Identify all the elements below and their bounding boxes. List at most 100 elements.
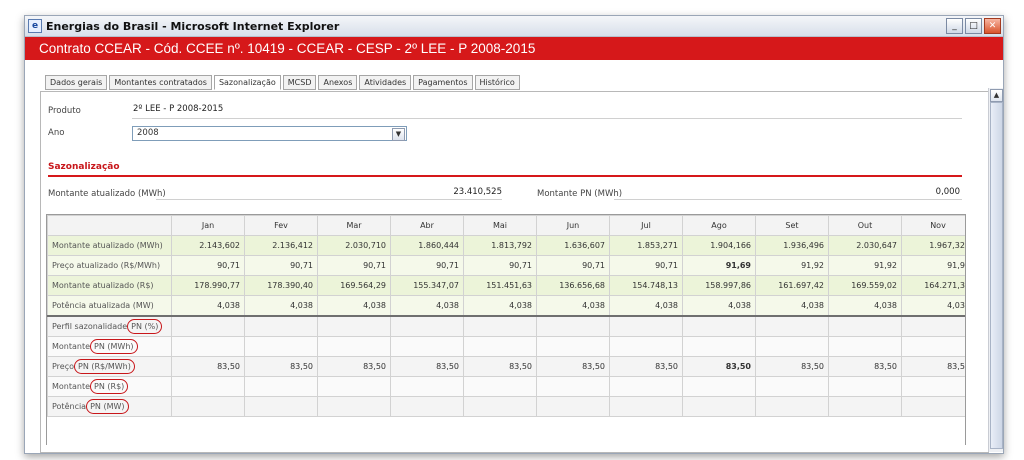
table-cell: 4,038 [828,295,902,317]
pn-cell[interactable] [609,315,683,337]
pn-cell[interactable]: 83,50 [609,356,683,377]
sazonalizacao-grid: Jan Fev Mar Abr Mai Jun Jul Ago Set Out Nov Montan… [46,214,966,445]
pn-cell[interactable] [244,315,318,337]
pn-cell[interactable] [244,336,318,357]
tab-6[interactable]: Pagamentos [413,75,473,90]
produto-label: Produto [48,106,81,116]
montante-pn-label: Montante PN (MWh) [537,189,623,199]
pn-cell[interactable] [828,376,902,397]
close-icon[interactable]: ✕ [984,18,1001,34]
pn-cell[interactable] [536,376,610,397]
pn-cell[interactable]: 83,50 [244,356,318,377]
pn-cell[interactable] [609,396,683,417]
table-row: Potência atualizada (MW) 4,038 4,038 4,038 4… [47,295,965,317]
scroll-thumb[interactable] [990,102,1003,449]
month-header: Set [755,215,829,236]
pn-row-prefix: Montante [52,382,91,391]
pn-row-label: Montante PN (R$) [47,376,172,397]
pn-cell[interactable] [463,376,537,397]
pn-cell[interactable] [171,315,245,337]
vertical-scrollbar[interactable]: ▲ [988,88,1003,452]
produto-underline [132,118,962,119]
pn-cell[interactable] [682,376,756,397]
pn-row-prefix: Potência [52,402,87,411]
row-label: Montante atualizado (R$) [47,275,172,296]
pn-cell[interactable] [536,315,610,337]
pn-cell[interactable] [244,396,318,417]
pn-highlight-circle: PN (R$/MWh) [74,359,135,374]
pn-cell[interactable] [171,336,245,357]
pn-cell[interactable] [901,376,965,397]
pn-cell[interactable] [901,396,965,417]
pn-cell[interactable] [463,336,537,357]
pn-cell[interactable]: 83,50 [755,356,829,377]
pn-cell[interactable] [390,315,464,337]
pn-cell[interactable] [828,336,902,357]
pn-cell[interactable] [317,336,391,357]
pn-cell[interactable] [609,336,683,357]
pn-cell[interactable] [390,336,464,357]
table-cell: 178.390,40 [244,275,318,296]
ano-label: Ano [48,128,65,138]
pn-cell[interactable] [317,315,391,337]
table-cell: 4,038 [609,295,683,317]
tab-7[interactable]: Histórico [474,75,520,90]
table-cell: 151.451,63 [463,275,537,296]
pn-cell[interactable]: 83,50 [901,356,965,377]
pn-cell[interactable] [463,315,537,337]
pn-cell[interactable] [755,336,829,357]
pn-cell[interactable]: 83,50 [536,356,610,377]
table-cell: 90,71 [317,255,391,276]
dropdown-arrow-icon[interactable]: ▼ [392,128,405,141]
pn-cell[interactable] [463,396,537,417]
month-header: Nov [901,215,965,236]
tab-3[interactable]: MCSD [282,75,317,90]
table-cell: 90,71 [171,255,245,276]
pn-cell[interactable] [390,396,464,417]
tab-1[interactable]: Montantes contratados [109,75,212,90]
ano-select[interactable]: 2008 ▼ [132,126,407,141]
pn-cell[interactable] [536,336,610,357]
table-cell: 1.636,607 [536,235,610,256]
tab-2[interactable]: Sazonalização [213,75,281,90]
pn-cell[interactable] [390,376,464,397]
pn-cell[interactable] [171,376,245,397]
month-header: Ago [682,215,756,236]
pn-cell[interactable] [171,396,245,417]
maximize-icon[interactable]: □ [965,18,982,34]
pn-row-label: Perfil sazonalidade PN (%) [47,315,172,337]
pn-cell[interactable] [755,315,829,337]
pn-cell[interactable]: 83,50 [828,356,902,377]
section-title: Sazonalização [48,162,120,172]
pn-cell[interactable]: 83,50 [171,356,245,377]
pn-cell[interactable]: 83,50 [463,356,537,377]
pn-cell[interactable]: 83,50 [317,356,391,377]
tab-5[interactable]: Atividades [359,75,412,90]
pn-cell[interactable] [609,376,683,397]
month-header: Jan [171,215,245,236]
pn-cell[interactable] [828,315,902,337]
pn-cell[interactable] [901,315,965,337]
minimize-icon[interactable]: _ [946,18,963,34]
pn-cell[interactable] [755,396,829,417]
table-cell: 90,71 [390,255,464,276]
pn-cell[interactable] [317,376,391,397]
table-cell: 4,038 [463,295,537,317]
pn-cell[interactable]: 83,50 [682,356,756,377]
scroll-up-icon[interactable]: ▲ [990,89,1003,102]
pn-cell[interactable]: 83,50 [390,356,464,377]
pn-cell[interactable] [244,376,318,397]
pn-cell[interactable] [682,315,756,337]
table-cell: 2.030,647 [828,235,902,256]
month-header: Out [828,215,902,236]
tab-4[interactable]: Anexos [318,75,358,90]
pn-cell[interactable] [682,336,756,357]
pn-cell[interactable] [901,336,965,357]
pn-cell[interactable] [317,396,391,417]
pn-cell[interactable] [828,396,902,417]
tab-0[interactable]: Dados gerais [45,75,108,90]
pn-cell[interactable] [755,376,829,397]
pn-cell[interactable] [536,396,610,417]
pn-cell[interactable] [682,396,756,417]
pn-row: Perfil sazonalidade PN (%) [47,315,965,337]
